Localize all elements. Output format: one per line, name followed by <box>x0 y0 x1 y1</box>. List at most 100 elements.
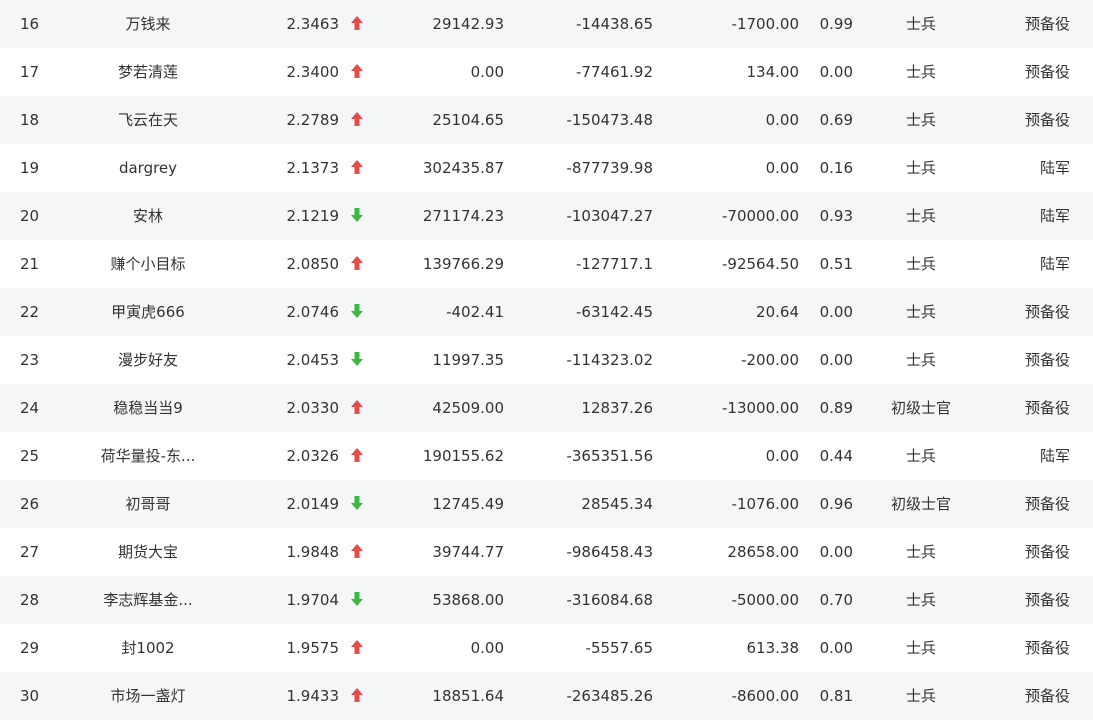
value-2-cell: -127717.1 <box>576 255 653 273</box>
value-1-cell: 12745.49 <box>432 495 504 513</box>
value-2-cell: -316084.68 <box>566 591 653 609</box>
table-row[interactable]: 22 甲寅虎666 2.0746 -402.41 -63142.45 20.64 0.00 士… <box>0 288 1093 336</box>
table-row[interactable]: 21 赚个小目标 2.0850 139766.29 -127717.1 -92564.50… <box>0 240 1093 288</box>
value-3-cell: 0.00 <box>765 111 799 129</box>
table-row[interactable]: 27 期货大宝 1.9848 39744.77 -986458.43 28658.00 0.… <box>0 528 1093 576</box>
value-4-cell: 0.00 <box>819 543 853 561</box>
table-row[interactable]: 29 封1002 1.9575 0.00 -5557.65 613.38 0.00 士兵 预备役 <box>0 624 1093 672</box>
table-row[interactable]: 30 市场一盏灯 1.9433 18851.64 -263485.26 -8600.00 0… <box>0 672 1093 720</box>
value-4-cell: 0.00 <box>819 639 853 657</box>
arrow-up-icon <box>346 384 368 432</box>
value-2-cell: -63142.45 <box>576 303 653 321</box>
name-cell[interactable]: 荷华量投-东... <box>78 432 218 480</box>
name-cell[interactable]: 漫步好友 <box>78 336 218 384</box>
score-cell: 2.3463 <box>286 15 340 33</box>
name-cell[interactable]: 初哥哥 <box>78 480 218 528</box>
score-cell: 2.0850 <box>286 255 340 273</box>
rank-title-cell: 士兵 <box>905 639 936 657</box>
value-2-cell: 28545.34 <box>581 495 653 513</box>
score-cell: 2.0746 <box>286 303 340 321</box>
score-cell: 2.0330 <box>286 399 340 417</box>
rank-cell: 16 <box>20 15 40 33</box>
value-1-cell: 0.00 <box>470 639 504 657</box>
score-cell: 2.2789 <box>286 111 340 129</box>
value-1-cell: 25104.65 <box>432 111 504 129</box>
name-cell[interactable]: 万钱来 <box>78 0 218 48</box>
name-cell[interactable]: 赚个小目标 <box>78 240 218 288</box>
rank-cell: 27 <box>20 543 40 561</box>
name-cell[interactable]: 封1002 <box>78 624 218 672</box>
rank-cell: 23 <box>20 351 40 369</box>
score-cell: 2.3400 <box>286 63 340 81</box>
value-4-cell: 0.00 <box>819 63 853 81</box>
value-4-cell: 0.51 <box>819 255 853 273</box>
army-cell: 预备役 <box>1024 303 1070 321</box>
table-row[interactable]: 19 dargrey 2.1373 302435.87 -877739.98 0.00 0.… <box>0 144 1093 192</box>
name-cell[interactable]: 稳稳当当9 <box>78 384 218 432</box>
arrow-up-icon <box>346 0 368 48</box>
value-4-cell: 0.96 <box>819 495 853 513</box>
score-cell: 1.9575 <box>286 639 340 657</box>
value-3-cell: -13000.00 <box>722 399 799 417</box>
value-2-cell: -263485.26 <box>566 687 653 705</box>
value-4-cell: 0.00 <box>819 303 853 321</box>
score-cell: 1.9433 <box>286 687 340 705</box>
army-cell: 预备役 <box>1024 399 1070 417</box>
table-row[interactable]: 26 初哥哥 2.0149 12745.49 28545.34 -1076.00 0.96 初… <box>0 480 1093 528</box>
table-row[interactable]: 25 荷华量投-东... 2.0326 190155.62 -365351.56 0.00… <box>0 432 1093 480</box>
name-cell[interactable]: 期货大宝 <box>78 528 218 576</box>
score-cell: 1.9848 <box>286 543 340 561</box>
army-cell: 陆军 <box>1039 207 1070 225</box>
value-2-cell: -103047.27 <box>566 207 653 225</box>
arrow-up-icon <box>346 624 368 672</box>
arrow-up-icon <box>346 240 368 288</box>
name-cell[interactable]: 梦若清莲 <box>78 48 218 96</box>
army-cell: 陆军 <box>1039 255 1070 273</box>
name-cell[interactable]: 飞云在天 <box>78 96 218 144</box>
army-cell: 预备役 <box>1024 495 1070 513</box>
name-cell[interactable]: 安林 <box>78 192 218 240</box>
value-1-cell: 29142.93 <box>432 15 504 33</box>
army-cell: 预备役 <box>1024 111 1070 129</box>
army-cell: 预备役 <box>1024 543 1070 561</box>
army-cell: 预备役 <box>1024 591 1070 609</box>
army-cell: 预备役 <box>1024 351 1070 369</box>
table-row[interactable]: 20 安林 2.1219 271174.23 -103047.27 -70000.00 0.… <box>0 192 1093 240</box>
value-3-cell: 0.00 <box>765 159 799 177</box>
arrow-down-icon <box>346 336 368 384</box>
arrow-up-icon <box>346 96 368 144</box>
value-3-cell: -1076.00 <box>731 495 799 513</box>
table-row[interactable]: 24 稳稳当当9 2.0330 42509.00 12837.26 -13000.00 0.… <box>0 384 1093 432</box>
value-1-cell: -402.41 <box>446 303 504 321</box>
value-4-cell: 0.44 <box>819 447 853 465</box>
value-3-cell: -8600.00 <box>731 687 799 705</box>
value-1-cell: 0.00 <box>470 63 504 81</box>
table-row[interactable]: 17 梦若清莲 2.3400 0.00 -77461.92 134.00 0.00 士兵 预备役 <box>0 48 1093 96</box>
value-2-cell: -5557.65 <box>585 639 653 657</box>
value-3-cell: -5000.00 <box>731 591 799 609</box>
rank-cell: 21 <box>20 255 40 273</box>
score-cell: 2.0326 <box>286 447 340 465</box>
name-cell[interactable]: 甲寅虎666 <box>78 288 218 336</box>
score-cell: 2.1373 <box>286 159 340 177</box>
rank-cell: 20 <box>20 207 40 225</box>
rank-title-cell: 士兵 <box>905 159 936 177</box>
name-cell[interactable]: dargrey <box>78 144 218 192</box>
value-1-cell: 139766.29 <box>422 255 504 273</box>
name-cell[interactable]: 市场一盏灯 <box>78 672 218 720</box>
army-cell: 预备役 <box>1024 687 1070 705</box>
value-1-cell: 42509.00 <box>432 399 504 417</box>
table-row[interactable]: 18 飞云在天 2.2789 25104.65 -150473.48 0.00 0.69 士兵… <box>0 96 1093 144</box>
score-cell: 2.0453 <box>286 351 340 369</box>
table-row[interactable]: 28 李志辉基金... 1.9704 53868.00 -316084.68 -5000.… <box>0 576 1093 624</box>
value-2-cell: -877739.98 <box>566 159 653 177</box>
table-row[interactable]: 16 万钱来 2.3463 29142.93 -14438.65 -1700.00 0.99… <box>0 0 1093 48</box>
rank-cell: 26 <box>20 495 40 513</box>
name-cell[interactable]: 李志辉基金... <box>78 576 218 624</box>
arrow-down-icon <box>346 288 368 336</box>
table-row[interactable]: 23 漫步好友 2.0453 11997.35 -114323.02 -200.00 0.0… <box>0 336 1093 384</box>
value-4-cell: 0.89 <box>819 399 853 417</box>
rank-title-cell: 士兵 <box>905 447 936 465</box>
rank-title-cell: 士兵 <box>905 207 936 225</box>
rank-title-cell: 士兵 <box>905 111 936 129</box>
